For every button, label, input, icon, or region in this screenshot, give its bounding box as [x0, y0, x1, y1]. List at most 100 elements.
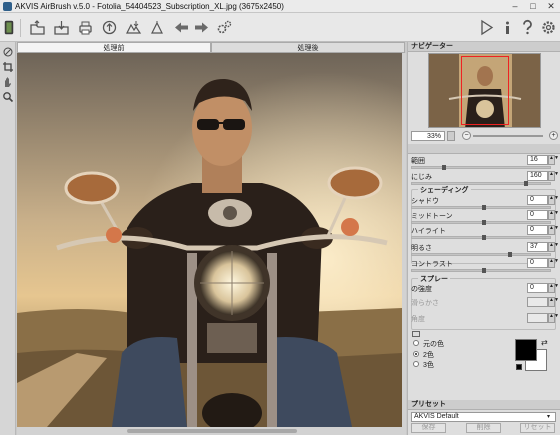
spray-angle-spinner: ▲▼ [548, 313, 559, 323]
main-toolbar [0, 13, 560, 42]
horizontal-scrollbar[interactable] [17, 427, 406, 435]
navigator-header: ナビゲーター [408, 42, 560, 52]
midtone-slider[interactable] [411, 220, 551, 225]
share-icon[interactable] [99, 17, 119, 37]
preferences-icon[interactable] [538, 17, 558, 37]
zoom-in-icon[interactable]: + [549, 131, 558, 140]
spray-strength-row: の強度 0 ▲▼ [410, 283, 559, 294]
color-three-radio[interactable]: 3色 [413, 360, 513, 369]
plugin-icon[interactable] [147, 17, 167, 37]
zoom-out-icon[interactable]: − [462, 131, 471, 140]
blur-row: にじみ 160 ▲▼ [410, 171, 559, 182]
brightness-label: 明るさ [411, 245, 432, 252]
tool-strip [0, 42, 16, 435]
spray-smoothness-label: 滑らかさ [411, 300, 439, 307]
preset-select[interactable]: AKVIS Default [411, 412, 556, 422]
scroll-thumb[interactable] [127, 429, 297, 433]
range-slider[interactable] [411, 165, 551, 170]
settings-panel: ナビゲーター 33% − + 範囲 16 ▲▼ にじみ 160 ▲▼ シェーディ… [407, 42, 560, 435]
shadow-spinner[interactable]: ▲▼ [548, 195, 559, 205]
spray-angle-row: 角度 ▲▼ [410, 313, 559, 324]
zoom-dropdown-icon[interactable] [447, 131, 455, 141]
tab-before[interactable]: 処理前 [17, 42, 211, 53]
range-label: 範囲 [411, 158, 425, 165]
hand-tool-icon[interactable] [2, 76, 14, 88]
back-icon[interactable] [171, 17, 191, 37]
highlight-spinner[interactable]: ▲▼ [548, 225, 559, 235]
contrast-label: コントラスト [411, 261, 453, 268]
radio-circle [413, 351, 419, 357]
midtone-spinner[interactable]: ▲▼ [548, 210, 559, 220]
image-canvas[interactable] [17, 53, 402, 427]
midtone-input[interactable]: 0 [527, 210, 548, 220]
shadow-slider[interactable] [411, 205, 551, 210]
vertical-scrollbar[interactable] [402, 53, 406, 427]
contrast-spinner[interactable]: ▲▼ [548, 258, 559, 268]
airbrush-tool-icon[interactable] [2, 46, 14, 58]
highlight-input[interactable]: 0 [527, 225, 548, 235]
info-icon[interactable] [497, 17, 517, 37]
palette-icon [412, 331, 420, 337]
zoom-tool-icon[interactable] [2, 91, 14, 103]
preset-reset-button[interactable]: リセット [520, 423, 555, 433]
highlight-slider[interactable] [411, 235, 551, 240]
run-icon[interactable] [476, 17, 496, 37]
range-spinner[interactable]: ▲▼ [548, 155, 559, 165]
contrast-slider[interactable] [411, 268, 551, 273]
save-icon[interactable] [51, 17, 71, 37]
forward-icon[interactable] [191, 17, 211, 37]
preset-save-button[interactable]: 保存 [411, 423, 446, 433]
range-input[interactable]: 16 [527, 155, 548, 165]
help-icon[interactable] [517, 17, 537, 37]
window-title: AKVIS AirBrush v.5.0 - Fotolia_54404523_… [15, 2, 284, 11]
highlight-label: ハイライト [411, 228, 446, 235]
photo-biker-image [17, 53, 402, 427]
reset-colors-icon[interactable] [516, 364, 522, 370]
app-logo-icon [2, 17, 16, 37]
preset-delete-button[interactable]: 削除 [466, 423, 501, 433]
tab-after[interactable]: 処理後 [211, 42, 405, 53]
spray-strength-label: の強度 [411, 286, 432, 293]
settings-gears-icon[interactable] [214, 17, 234, 37]
range-row: 範囲 16 ▲▼ [410, 155, 559, 166]
swap-colors-icon[interactable]: ⇄ [541, 338, 548, 347]
color-two-label: 2色 [423, 352, 434, 359]
minimize-button[interactable]: – [507, 0, 523, 12]
brightness-slider[interactable] [411, 252, 551, 257]
presets-header: プリセット [408, 400, 560, 410]
title-bar: AKVIS AirBrush v.5.0 - Fotolia_54404523_… [0, 0, 560, 13]
crop-tool-icon[interactable] [2, 61, 14, 73]
blur-label: にじみ [411, 174, 432, 181]
close-button[interactable]: ✕ [543, 0, 559, 12]
print-icon[interactable] [75, 17, 95, 37]
brightness-input[interactable]: 37 [527, 242, 548, 252]
brightness-spinner[interactable]: ▲▼ [548, 242, 559, 252]
radio-circle [413, 340, 419, 346]
spray-strength-spinner[interactable]: ▲▼ [548, 283, 559, 293]
color-original-label: 元の色 [423, 341, 444, 348]
color-two-radio[interactable]: 2色 [413, 350, 513, 359]
shading-title: シェーディング [418, 185, 471, 195]
blur-input[interactable]: 160 [527, 171, 548, 181]
zoom-slider[interactable] [473, 135, 543, 137]
foreground-color-swatch[interactable] [515, 339, 537, 361]
spray-angle-input [527, 313, 548, 323]
contrast-input[interactable]: 0 [527, 258, 548, 268]
batch-icon[interactable] [123, 17, 143, 37]
view-tabs: 処理前 処理後 [17, 42, 405, 53]
shadow-label: シャドウ [411, 198, 439, 205]
radio-circle [413, 361, 419, 367]
open-icon[interactable] [27, 17, 47, 37]
spray-strength-input[interactable]: 0 [527, 283, 548, 293]
navigator-thumbnail[interactable] [428, 53, 541, 128]
shadow-input[interactable]: 0 [527, 195, 548, 205]
settings-header [408, 144, 560, 154]
blur-spinner[interactable]: ▲▼ [548, 171, 559, 181]
zoom-input[interactable]: 33% [411, 131, 445, 141]
color-original-radio[interactable]: 元の色 [413, 339, 513, 348]
midtone-label: ミッドトーン [411, 213, 453, 220]
spray-smoothness-spinner: ▲▼ [548, 297, 559, 307]
navigator-viewport-frame[interactable] [461, 56, 509, 125]
preset-dropdown-icon[interactable]: ▾ [547, 413, 550, 420]
maximize-button[interactable]: □ [525, 0, 541, 12]
